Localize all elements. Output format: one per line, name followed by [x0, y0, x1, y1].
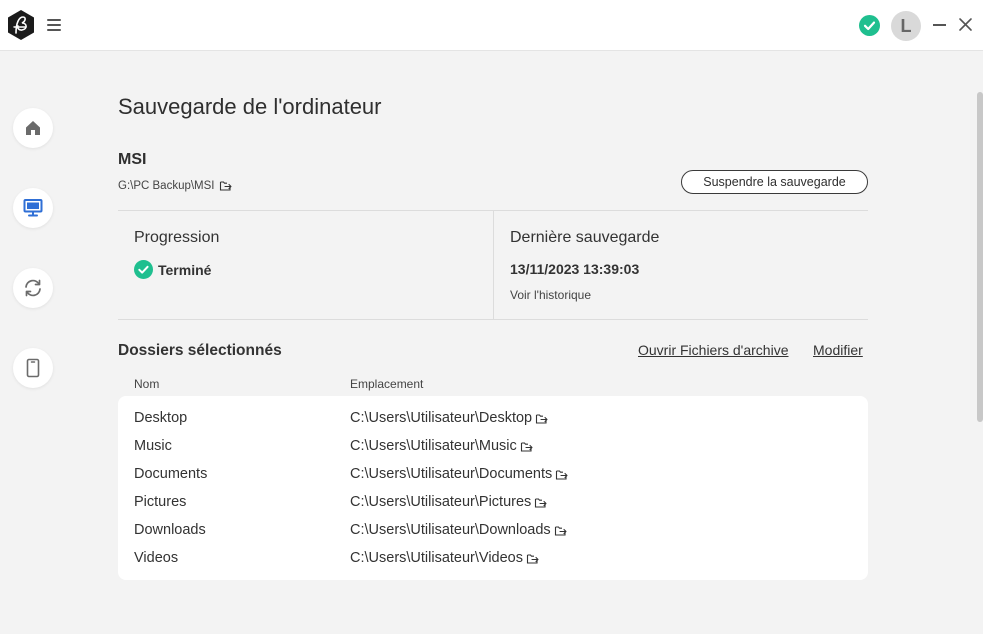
sidebar-item-sync[interactable]: [13, 268, 53, 308]
table-row: Videos C:\Users\Utilisateur\Videos: [118, 544, 868, 572]
last-backup-label: Dernière sauvegarde: [510, 229, 660, 246]
sidebar-item-device[interactable]: [13, 348, 53, 388]
folder-location-text: C:\Users\Utilisateur\Downloads: [350, 522, 551, 538]
folder-location[interactable]: C:\Users\Utilisateur\Downloads: [350, 522, 567, 538]
table-row: Pictures C:\Users\Utilisateur\Pictures: [118, 488, 868, 516]
sync-icon: [25, 279, 41, 297]
open-folder-icon[interactable]: [526, 552, 539, 565]
column-header-location: Emplacement: [350, 377, 424, 391]
divider: [118, 319, 868, 320]
table-row: Documents C:\Users\Utilisateur\Documents: [118, 460, 868, 488]
minimize-icon[interactable]: [931, 17, 947, 33]
folder-name: Desktop: [134, 410, 188, 426]
table-row: Downloads C:\Users\Utilisateur\Downloads: [118, 516, 868, 544]
open-folder-icon[interactable]: [520, 440, 533, 453]
folder-name: Documents: [134, 466, 208, 482]
folders-table: Desktop C:\Users\Utilisateur\Desktop Mus…: [118, 396, 868, 580]
folder-name: Pictures: [134, 494, 187, 510]
page-title: Sauvegarde de l'ordinateur: [118, 94, 382, 119]
avatar[interactable]: L: [891, 11, 921, 41]
column-header-name: Nom: [134, 377, 160, 391]
home-icon: [26, 121, 40, 135]
folder-location-text: C:\Users\Utilisateur\Music: [350, 438, 517, 454]
folder-location[interactable]: C:\Users\Utilisateur\Desktop: [350, 410, 548, 426]
sidebar-item-computer-backup[interactable]: [13, 188, 53, 228]
folder-name: Downloads: [134, 522, 206, 538]
device-name: MSI: [118, 151, 147, 168]
table-row: Desktop C:\Users\Utilisateur\Desktop: [118, 404, 868, 432]
app-logo-icon: [5, 9, 37, 41]
folder-location[interactable]: C:\Users\Utilisateur\Pictures: [350, 494, 547, 510]
table-row: Music C:\Users\Utilisateur\Music: [118, 432, 868, 460]
divider: [493, 211, 494, 319]
monitor-icon: [23, 199, 43, 217]
folder-location-text: C:\Users\Utilisateur\Documents: [350, 466, 553, 482]
device-path-text: G:\PC Backup\MSI: [118, 179, 215, 192]
open-archive-link[interactable]: Ouvrir Fichiers d'archive: [638, 342, 789, 358]
folder-location[interactable]: C:\Users\Utilisateur\Videos: [350, 550, 539, 566]
folder-location-text: C:\Users\Utilisateur\Videos: [350, 550, 523, 566]
hamburger-icon[interactable]: [44, 15, 64, 35]
last-backup-date: 13/11/2023 13:39:03: [510, 261, 640, 277]
open-folder-icon[interactable]: [554, 524, 567, 537]
open-folder-icon[interactable]: [535, 412, 548, 425]
scrollbar[interactable]: [977, 92, 983, 422]
view-history-link[interactable]: Voir l'historique: [510, 288, 591, 302]
check-circle-icon: [134, 260, 153, 279]
suspend-backup-button[interactable]: Suspendre la sauvegarde: [681, 170, 868, 194]
phone-icon: [26, 358, 40, 378]
sidebar-item-home[interactable]: [13, 108, 53, 148]
folder-location-text: C:\Users\Utilisateur\Desktop: [350, 410, 533, 426]
progress-status-text: Terminé: [158, 261, 212, 278]
title-bar: L: [0, 0, 983, 51]
device-path[interactable]: G:\PC Backup\MSI: [118, 179, 232, 192]
folder-name: Music: [134, 438, 172, 454]
open-folder-icon[interactable]: [219, 179, 232, 192]
folder-location[interactable]: C:\Users\Utilisateur\Documents: [350, 466, 568, 482]
open-folder-icon[interactable]: [534, 496, 547, 509]
selected-folders-title: Dossiers sélectionnés: [118, 342, 282, 359]
modify-link[interactable]: Modifier: [813, 342, 863, 358]
open-folder-icon[interactable]: [555, 468, 568, 481]
folder-location[interactable]: C:\Users\Utilisateur\Music: [350, 438, 533, 454]
folder-location-text: C:\Users\Utilisateur\Pictures: [350, 494, 532, 510]
progress-status: Terminé: [134, 260, 211, 279]
close-icon[interactable]: [957, 16, 974, 33]
check-circle-icon[interactable]: [859, 15, 880, 36]
folder-name: Videos: [134, 550, 179, 566]
progress-label: Progression: [134, 229, 220, 246]
